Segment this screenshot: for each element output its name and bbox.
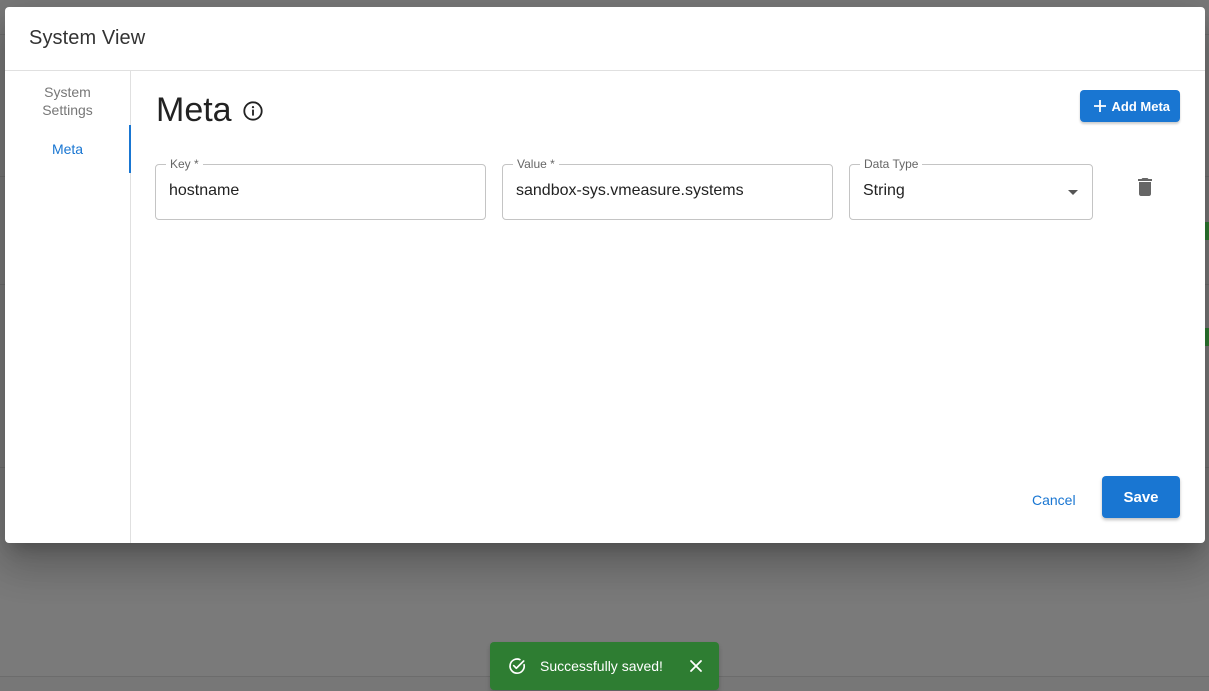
trash-icon <box>1133 175 1157 199</box>
sidebar-item-label: Meta <box>51 141 84 157</box>
add-meta-button[interactable]: Add Meta <box>1079 90 1180 122</box>
key-field[interactable]: Key * <box>155 157 486 220</box>
key-input[interactable] <box>169 182 472 200</box>
dialog-sidebar: System Settings Meta <box>5 71 131 543</box>
sidebar-item-label: System Settings <box>42 84 93 118</box>
success-snackbar: Successfully saved! <box>490 642 719 690</box>
data-type-selected-value: String <box>863 182 905 199</box>
value-field-label: Value * <box>513 157 559 171</box>
cancel-button[interactable]: Cancel <box>1024 483 1084 517</box>
dialog-title: System View <box>5 7 1205 71</box>
value-field[interactable]: Value * <box>502 157 833 220</box>
key-field-label: Key * <box>166 157 203 171</box>
info-icon[interactable] <box>242 100 264 122</box>
close-icon[interactable] <box>687 657 705 675</box>
value-input[interactable] <box>516 182 819 200</box>
sidebar-item-meta[interactable]: Meta <box>5 125 131 173</box>
data-type-label: Data Type <box>860 157 923 171</box>
delete-meta-button[interactable] <box>1130 172 1160 202</box>
page-title: Meta <box>156 91 264 130</box>
check-circle-icon <box>507 656 527 676</box>
plus-icon <box>1092 98 1108 114</box>
sidebar-item-system-settings[interactable]: System Settings <box>5 71 130 125</box>
save-button[interactable]: Save <box>1102 476 1180 518</box>
page-title-text: Meta <box>156 91 232 129</box>
snackbar-message: Successfully saved! <box>540 658 663 674</box>
system-view-dialog: System View System Settings Meta Meta Ad… <box>5 7 1205 543</box>
add-meta-label: Add Meta <box>1111 98 1171 114</box>
data-type-select[interactable]: Data Type String <box>849 157 1093 220</box>
dropdown-arrow-icon[interactable] <box>1068 190 1078 195</box>
meta-panel: Meta Add Meta Key * Value * Data Type St… <box>131 71 1205 543</box>
